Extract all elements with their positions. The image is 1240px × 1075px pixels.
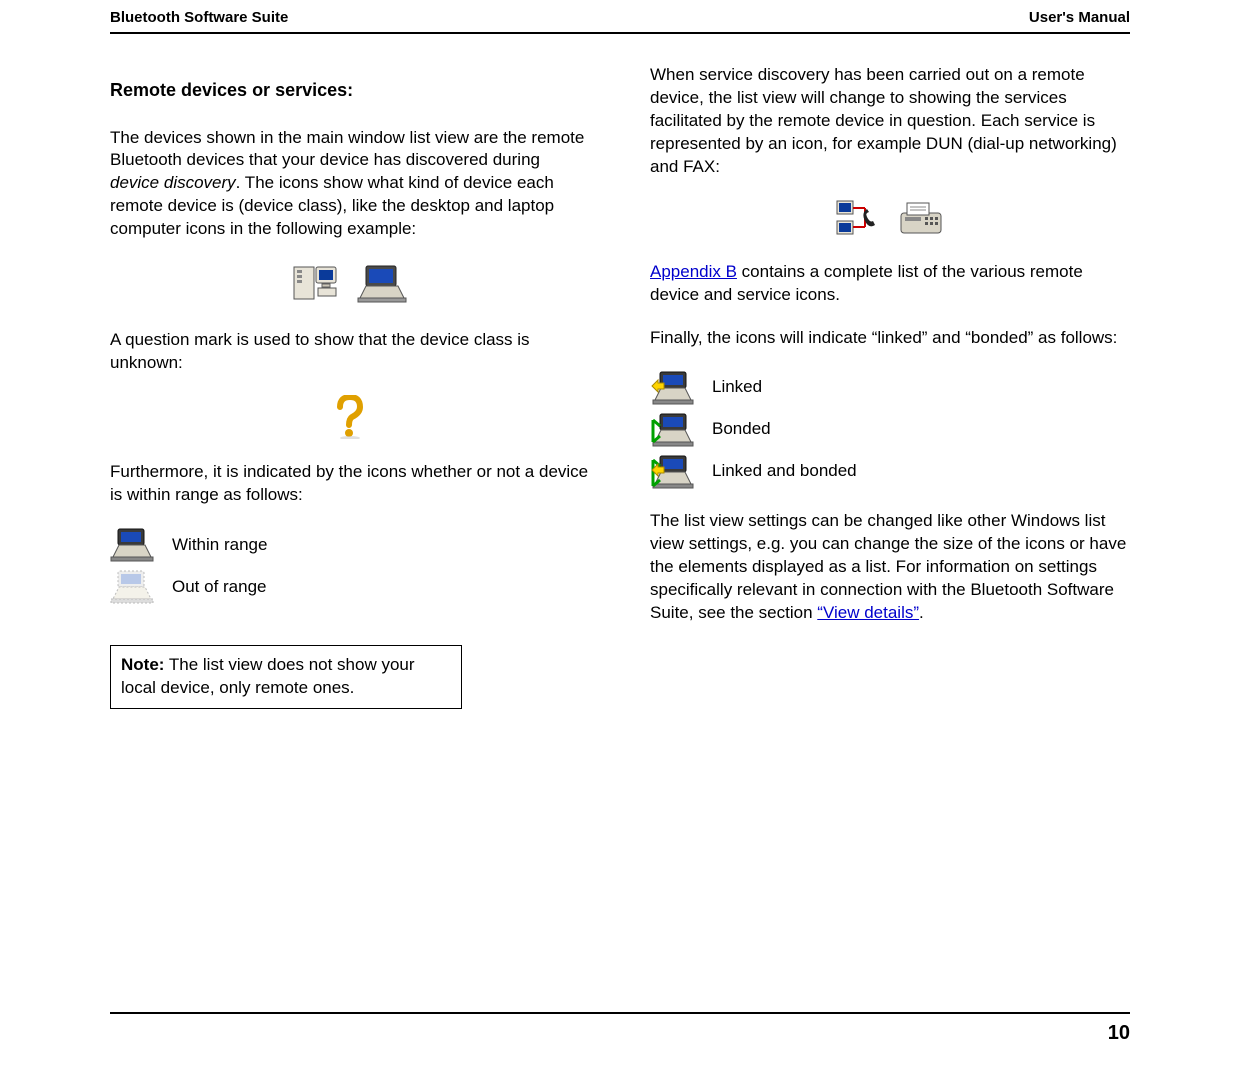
text-italic: device discovery xyxy=(110,173,236,192)
status-label: Linked and bonded xyxy=(712,460,857,483)
laptop-in-range-icon xyxy=(110,527,154,563)
laptop-computer-icon xyxy=(356,264,408,304)
desktop-computer-icon xyxy=(292,261,338,307)
section-title: Remote devices or services: xyxy=(110,78,590,102)
note-label: Note: xyxy=(121,655,164,674)
page-number: 10 xyxy=(110,1012,1130,1047)
page-header: Bluetooth Software Suite User's Manual xyxy=(110,0,1130,34)
appendix-b-link[interactable]: Appendix B xyxy=(650,262,737,281)
note-box: Note: The list view does not show your l… xyxy=(110,645,462,709)
linked-and-bonded-icon xyxy=(650,454,694,490)
range-label: Within range xyxy=(172,534,267,557)
dun-service-icon xyxy=(835,199,879,239)
page: Bluetooth Software Suite User's Manual R… xyxy=(0,0,1240,1075)
paragraph-service-discovery: When service discovery has been carried … xyxy=(650,64,1130,179)
unknown-class-icon-row xyxy=(110,395,590,439)
question-mark-icon xyxy=(332,395,368,439)
note-text: The list view does not show your local d… xyxy=(121,655,415,697)
fax-service-icon xyxy=(897,199,945,239)
paragraph-list-view-settings: The list view settings can be changed li… xyxy=(650,510,1130,625)
status-label: Linked xyxy=(712,376,762,399)
list-item: Linked xyxy=(650,370,1130,406)
paragraph-devices-intro: The devices shown in the main window lis… xyxy=(110,127,590,242)
paragraph-range: Furthermore, it is indicated by the icon… xyxy=(110,461,590,507)
content-columns: Remote devices or services: The devices … xyxy=(110,64,1130,709)
device-class-icons xyxy=(110,261,590,307)
service-icons-row xyxy=(650,199,1130,239)
text-fragment: The devices shown in the main window lis… xyxy=(110,128,584,170)
list-item: Out of range xyxy=(110,569,590,605)
linked-icon xyxy=(650,370,694,406)
header-right: User's Manual xyxy=(1029,8,1130,28)
status-icon-list: Linked Bonded xyxy=(650,370,1130,490)
paragraph-question-mark: A question mark is used to show that the… xyxy=(110,329,590,375)
range-label: Out of range xyxy=(172,576,267,599)
list-item: Bonded xyxy=(650,412,1130,448)
text-fragment: . xyxy=(919,603,924,622)
view-details-link[interactable]: “View details” xyxy=(817,603,919,622)
right-column: When service discovery has been carried … xyxy=(650,64,1130,709)
range-icon-list: Within range Out of range xyxy=(110,527,590,605)
list-item: Linked and bonded xyxy=(650,454,1130,490)
status-label: Bonded xyxy=(712,418,771,441)
left-column: Remote devices or services: The devices … xyxy=(110,64,590,709)
paragraph-appendix: Appendix B contains a complete list of t… xyxy=(650,261,1130,307)
paragraph-linked-bonded: Finally, the icons will indicate “linked… xyxy=(650,327,1130,350)
header-left: Bluetooth Software Suite xyxy=(110,8,288,28)
laptop-out-of-range-icon xyxy=(110,569,154,605)
list-item: Within range xyxy=(110,527,590,563)
bonded-icon xyxy=(650,412,694,448)
